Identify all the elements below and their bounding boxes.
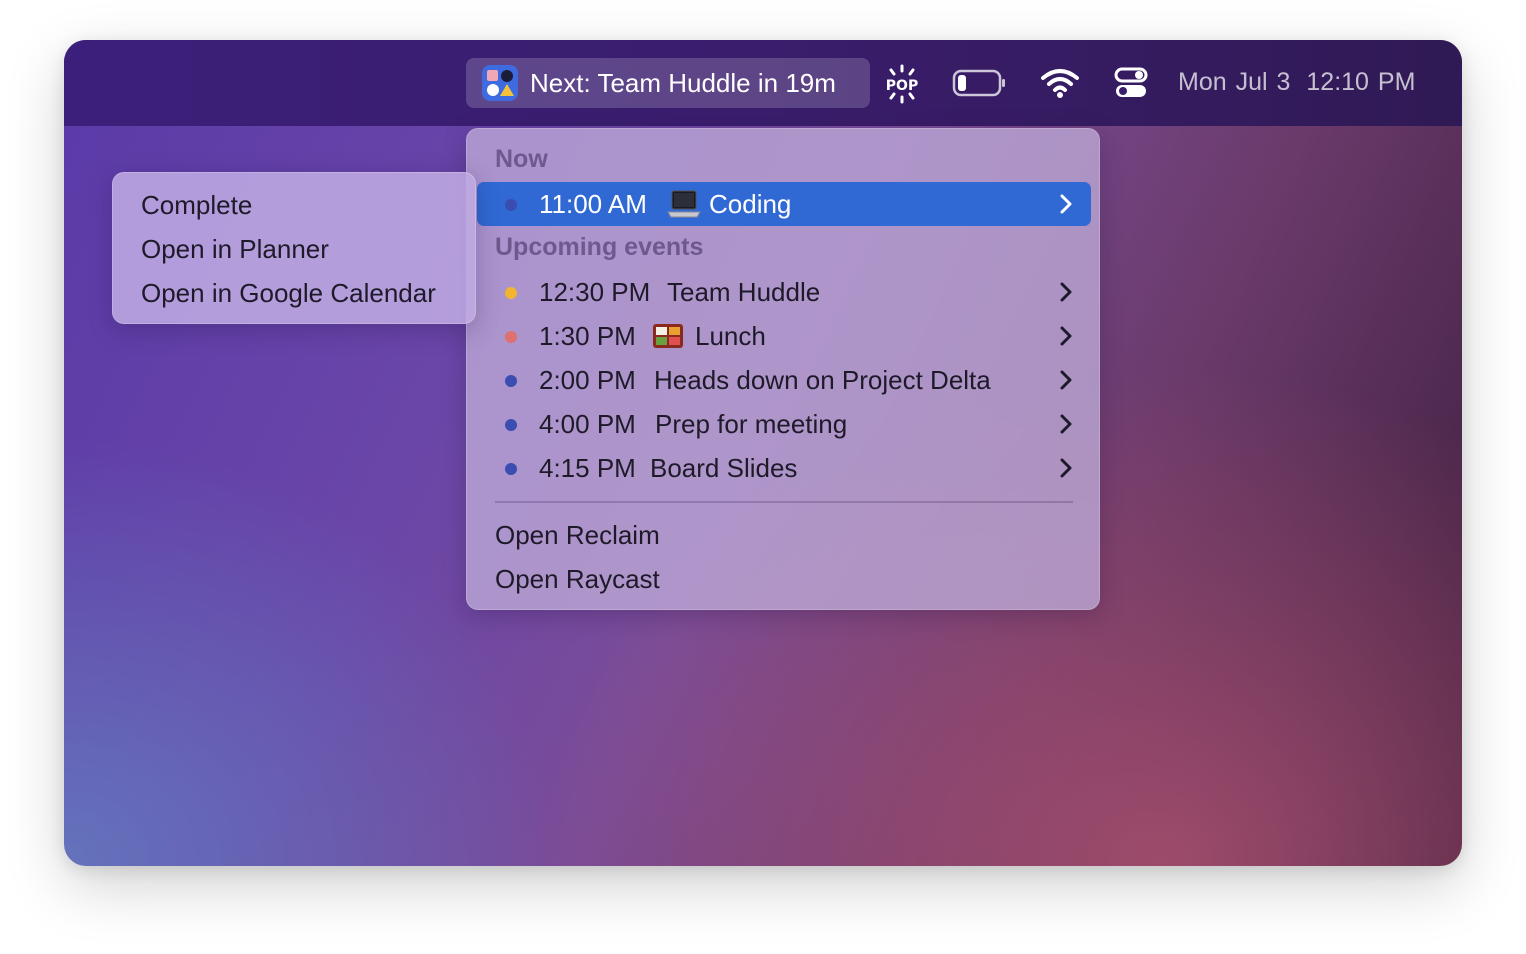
event-time: 2:00 PM: [539, 365, 636, 395]
open-reclaim-item[interactable]: Open Reclaim: [495, 519, 660, 551]
event-time: 1:30 PM: [539, 321, 636, 351]
event-item-project-delta[interactable]: 2:00 PM Heads down on Project Delta: [477, 358, 1091, 402]
desktop-window: Next: Team Huddle in 19m POP Mon Jul 3 1…: [64, 40, 1462, 866]
event-color-dot: [505, 199, 517, 211]
open-in-planner-item[interactable]: Open in Planner: [141, 233, 329, 265]
event-title: Team Huddle: [667, 277, 821, 307]
event-item-board-slides[interactable]: 4:15 PM Board Slides: [477, 446, 1091, 490]
chevron-right-icon: [1060, 326, 1072, 346]
event-time: 4:15 PM: [539, 453, 636, 483]
event-color-dot: [505, 419, 517, 431]
pop-icon[interactable]: POP: [882, 64, 922, 104]
bento-box-icon: [653, 324, 683, 348]
svg-text:POP: POP: [886, 78, 918, 94]
event-time: 11:00 AM: [539, 189, 647, 219]
event-title: Board Slides: [650, 453, 798, 483]
chevron-right-icon: [1060, 414, 1072, 434]
reclaim-app-icon: [482, 65, 518, 101]
menubar-clock[interactable]: Mon Jul 3 12:10 PM: [1178, 66, 1415, 98]
reclaim-next-label: Next: Team Huddle in 19m: [530, 68, 836, 98]
event-time: 12:30 PM: [539, 277, 651, 307]
clock-time: 12:10 PM: [1306, 68, 1416, 96]
event-submenu: Complete Open in Planner Open in Google …: [112, 172, 476, 324]
event-item-prep-for-meeting[interactable]: 4:00 PM Prep for meeting: [477, 402, 1091, 446]
event-title: Coding: [709, 189, 792, 219]
event-item-team-huddle[interactable]: 12:30 PM Team Huddle: [477, 270, 1091, 314]
event-time: 4:00 PM: [539, 409, 636, 439]
wifi-icon[interactable]: [1040, 66, 1080, 100]
laptop-icon: [667, 190, 701, 218]
event-color-dot: [505, 331, 517, 343]
reclaim-menubar-item[interactable]: Next: Team Huddle in 19m: [466, 58, 870, 108]
control-center-icon[interactable]: [1114, 66, 1148, 100]
chevron-right-icon: [1060, 194, 1072, 214]
event-title: Heads down on Project Delta: [654, 365, 991, 395]
event-item-lunch[interactable]: 1:30 PM Lunch: [477, 314, 1091, 358]
now-section-header: Now: [495, 145, 548, 173]
chevron-right-icon: [1060, 458, 1072, 478]
open-in-google-calendar-item[interactable]: Open in Google Calendar: [141, 277, 436, 309]
event-title: Prep for meeting: [655, 409, 848, 439]
open-raycast-item[interactable]: Open Raycast: [495, 563, 660, 595]
event-item-coding[interactable]: 11:00 AM Coding: [477, 182, 1091, 226]
upcoming-section-header: Upcoming events: [495, 233, 704, 261]
battery-icon[interactable]: [952, 68, 1008, 98]
chevron-right-icon: [1060, 370, 1072, 390]
event-title: Lunch: [695, 321, 766, 351]
reclaim-dropdown-menu: Now 11:00 AM Coding Upcoming events 12:3…: [466, 128, 1100, 610]
menu-bar: Next: Team Huddle in 19m POP Mon Jul 3 1…: [64, 40, 1462, 126]
event-color-dot: [505, 463, 517, 475]
chevron-right-icon: [1060, 282, 1072, 302]
event-color-dot: [505, 375, 517, 387]
clock-date: Mon Jul 3: [1178, 68, 1291, 96]
complete-item[interactable]: Complete: [141, 189, 252, 221]
menu-divider: [495, 501, 1073, 503]
event-color-dot: [505, 287, 517, 299]
